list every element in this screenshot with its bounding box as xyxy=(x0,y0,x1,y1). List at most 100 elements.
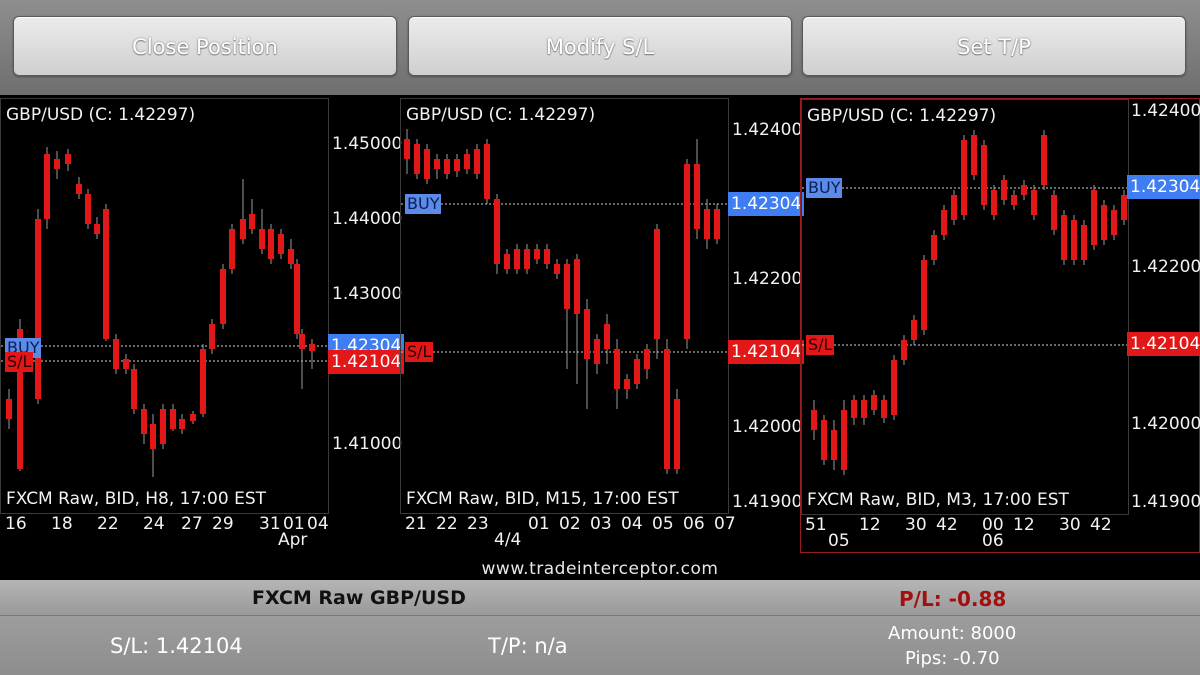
chart-plot-area[interactable]: GBP/USD (C: 1.42297) FXCM Raw, BID, H8, … xyxy=(0,98,330,514)
candle-bear xyxy=(714,209,720,239)
candle-bear xyxy=(123,359,129,369)
candle-bear xyxy=(831,430,837,460)
y-tick-label: 1.43000 xyxy=(332,284,403,304)
candle-bear xyxy=(103,209,109,339)
candle-bear xyxy=(240,219,246,239)
candle-bear xyxy=(1091,190,1097,245)
chart-panel-h8[interactable]: GBP/USD (C: 1.42297) FXCM Raw, BID, H8, … xyxy=(0,98,405,553)
candle-bear xyxy=(190,414,196,421)
position-summary: FXCM Raw GBP/USD P/L: -0.88 S/L: 1.42104… xyxy=(0,580,1200,675)
candle-bear xyxy=(514,249,520,269)
candle-bear xyxy=(229,229,235,269)
candle-bear xyxy=(288,249,294,264)
candle-bear xyxy=(951,195,957,220)
candle-bear xyxy=(179,419,185,429)
candle-bear xyxy=(404,139,410,159)
candlestick-chart xyxy=(401,129,730,474)
candle-bear xyxy=(1001,180,1007,200)
x-tick-label: 04 xyxy=(307,514,329,534)
buy-price-label: 1.42304 xyxy=(1127,175,1200,199)
x-tick-label: 02 xyxy=(559,514,581,534)
candle-bear xyxy=(841,410,847,470)
chart-plot-area[interactable]: GBP/USD (C: 1.42297) FXCM Raw, BID, M15,… xyxy=(400,98,730,514)
x-tick-label: 27 xyxy=(181,514,203,534)
candle-bear xyxy=(494,199,500,264)
x-tick-label: 12 xyxy=(1013,515,1035,535)
x-tick-label: 07 xyxy=(714,514,736,534)
candle-bear xyxy=(861,400,867,418)
candle-bear xyxy=(1071,220,1077,260)
candle-bear xyxy=(971,135,977,175)
candle-bear xyxy=(1051,195,1057,230)
candle-bear xyxy=(160,409,166,444)
candle-bear xyxy=(6,399,12,419)
x-tick-label: 42 xyxy=(1090,515,1112,535)
candle-bear xyxy=(35,219,41,399)
modify-sl-button[interactable]: Modify S/L xyxy=(408,16,792,76)
close-position-button[interactable]: Close Position xyxy=(13,16,397,76)
candle-bear xyxy=(684,164,690,339)
chart-plot-area[interactable]: GBP/USD (C: 1.42297) FXCM Raw, BID, M3, … xyxy=(801,99,1130,515)
candle-bear xyxy=(1111,210,1117,235)
pips-value: Pips: -0.70 xyxy=(905,648,1000,669)
candle-bear xyxy=(981,145,987,205)
candle-bear xyxy=(534,249,540,259)
take-profit-value: T/P: n/a xyxy=(488,634,568,658)
candle-bear xyxy=(624,379,630,389)
candle-bear xyxy=(268,229,274,259)
chart-title: GBP/USD (C: 1.42297) xyxy=(6,105,196,125)
chart-info: FXCM Raw, BID, M15, 17:00 EST xyxy=(406,489,679,509)
x-subtick-label: 4/4 xyxy=(494,530,522,550)
y-tick-label: 1.44000 xyxy=(332,209,403,229)
candle-bear xyxy=(76,184,82,194)
candle-bear xyxy=(584,309,590,359)
candle-bear xyxy=(574,259,580,314)
candle-bear xyxy=(131,369,137,409)
chart-panel-m3[interactable]: GBP/USD (C: 1.42297) FXCM Raw, BID, M3, … xyxy=(800,98,1200,553)
x-subtick-label: Apr xyxy=(278,530,308,550)
sl-price-label: 1.42104 xyxy=(1127,332,1200,356)
y-tick-label: 1.42400 xyxy=(732,120,803,140)
candle-bear xyxy=(220,269,226,324)
candle-bear xyxy=(664,349,670,469)
sl-price-label: 1.42104 xyxy=(328,350,405,374)
candle-bear xyxy=(881,400,887,418)
candle-bear xyxy=(991,190,997,215)
candle-bear xyxy=(911,320,917,340)
candle-bear xyxy=(871,395,877,410)
candle-bear xyxy=(65,154,71,164)
y-tick-label: 1.45000 xyxy=(332,134,403,154)
chart-panel-m15[interactable]: GBP/USD (C: 1.42297) FXCM Raw, BID, M15,… xyxy=(400,98,805,553)
candle-bear xyxy=(414,144,420,174)
x-tick-label: 42 xyxy=(936,515,958,535)
candle-bear xyxy=(200,349,206,414)
candle-bear xyxy=(249,214,255,229)
candle-bear xyxy=(644,349,650,369)
x-tick-label: 24 xyxy=(143,514,165,534)
candle-bear xyxy=(278,234,284,254)
profit-loss: P/L: -0.88 xyxy=(899,587,1007,611)
x-subtick-label: 05 xyxy=(828,531,850,551)
set-tp-button[interactable]: Set T/P xyxy=(802,16,1186,76)
position-header: FXCM Raw GBP/USD P/L: -0.88 xyxy=(0,580,1200,616)
sl-marker: S/L xyxy=(806,335,835,355)
y-tick-label: 1.42000 xyxy=(732,417,803,437)
x-tick-label: 22 xyxy=(97,514,119,534)
candle-bear xyxy=(259,229,265,249)
x-tick-label: 23 xyxy=(467,514,489,534)
x-tick-label: 16 xyxy=(5,514,27,534)
candlestick-chart xyxy=(802,130,1130,475)
candle-bear xyxy=(209,324,215,349)
candle-bear xyxy=(150,424,156,449)
candle-bear xyxy=(634,359,640,384)
x-tick-label: 51 xyxy=(805,515,827,535)
x-tick-label: 04 xyxy=(621,514,643,534)
x-tick-label: 06 xyxy=(683,514,705,534)
candle-bear xyxy=(564,264,570,309)
candlestick-chart xyxy=(1,147,330,477)
instrument-name: FXCM Raw GBP/USD xyxy=(252,587,466,609)
x-tick-label: 05 xyxy=(652,514,674,534)
candle-bear xyxy=(504,254,510,269)
candle-bear xyxy=(1041,135,1047,185)
candle-bear xyxy=(170,409,176,429)
